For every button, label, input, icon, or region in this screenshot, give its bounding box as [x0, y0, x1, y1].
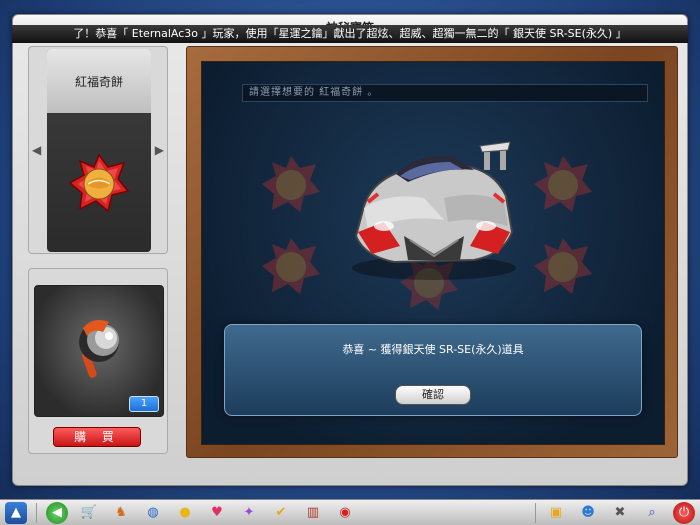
fortune-cookie-slot-icon[interactable]: [260, 154, 322, 216]
check-icon[interactable]: ✔: [270, 502, 292, 524]
item-name: 紅福奇餅: [74, 75, 123, 89]
power-icon[interactable]: ⏻: [673, 501, 695, 524]
magic-icon[interactable]: ✦: [238, 502, 260, 524]
fortune-cookie-slot-icon[interactable]: [532, 154, 594, 216]
item-preview-panel: 1 購 買: [28, 268, 168, 454]
next-item-arrow-icon[interactable]: ▶: [155, 143, 164, 157]
character-icon[interactable]: ♞: [110, 502, 132, 524]
confirm-button[interactable]: 確認: [395, 385, 471, 405]
taskbar-separator: [36, 502, 37, 523]
reward-message: 恭喜 ~ 獲得銀天使 SR-SE(永久)道具: [342, 343, 524, 356]
announcement-ticker: 了！恭喜「 EternalAc3o 」玩家，使用「星運之鑰」獻出了超炫、超威、超…: [12, 25, 688, 43]
reward-stage: 請選擇想要的 紅福奇餅 。 恭喜 ~ 獲得銀天使 SR-SE(永久)道具 確認: [201, 61, 665, 445]
item-card-header: 紅福奇餅: [47, 49, 151, 113]
item-card: 紅福奇餅: [47, 49, 151, 252]
reward-dialog: 恭喜 ~ 獲得銀天使 SR-SE(永久)道具 確認: [224, 324, 642, 416]
fortune-cookie-icon[interactable]: [68, 153, 130, 215]
gift-icon[interactable]: ▣: [545, 502, 567, 524]
heart-icon[interactable]: ♥: [206, 502, 228, 524]
taskbar: ▲ ◀ 🛒 ♞ ◍ ● ♥ ✦ ✔ ▥ ◉ ▣ ☻ ✖ ⌕ ⏻: [0, 499, 700, 525]
fortune-cookie-slot-icon[interactable]: [260, 236, 322, 298]
taskbar-separator: [535, 502, 536, 523]
globe-icon[interactable]: ◍: [142, 502, 164, 524]
key-item-icon: [79, 320, 119, 378]
quantity-badge: 1: [129, 396, 159, 412]
fortune-cookie-slot-icon[interactable]: [532, 236, 594, 298]
ball-icon[interactable]: ◉: [334, 502, 356, 524]
tools-icon[interactable]: ✖: [609, 502, 631, 524]
buy-button[interactable]: 購 買: [53, 427, 141, 447]
item-preview-view: 1: [34, 285, 164, 417]
item-selector-panel: ◀ 紅福奇餅 ▶: [28, 46, 168, 254]
wooden-frame: 請選擇想要的 紅福奇餅 。 恭喜 ~ 獲得銀天使 SR-SE(永久)道具 確認: [186, 46, 678, 458]
kart-car-icon: [352, 141, 516, 280]
book-icon[interactable]: ▥: [302, 502, 324, 524]
duck-icon[interactable]: ●: [174, 502, 196, 524]
prev-item-arrow-icon[interactable]: ◀: [32, 143, 41, 157]
people-icon[interactable]: ☻: [577, 502, 599, 524]
shop-cart-icon[interactable]: 🛒: [78, 502, 100, 524]
kart-icon[interactable]: ▲: [5, 501, 27, 524]
back-icon[interactable]: ◀: [46, 501, 68, 524]
selection-prompt-field[interactable]: 請選擇想要的 紅福奇餅 。: [242, 84, 648, 102]
search-icon[interactable]: ⌕: [641, 502, 663, 524]
